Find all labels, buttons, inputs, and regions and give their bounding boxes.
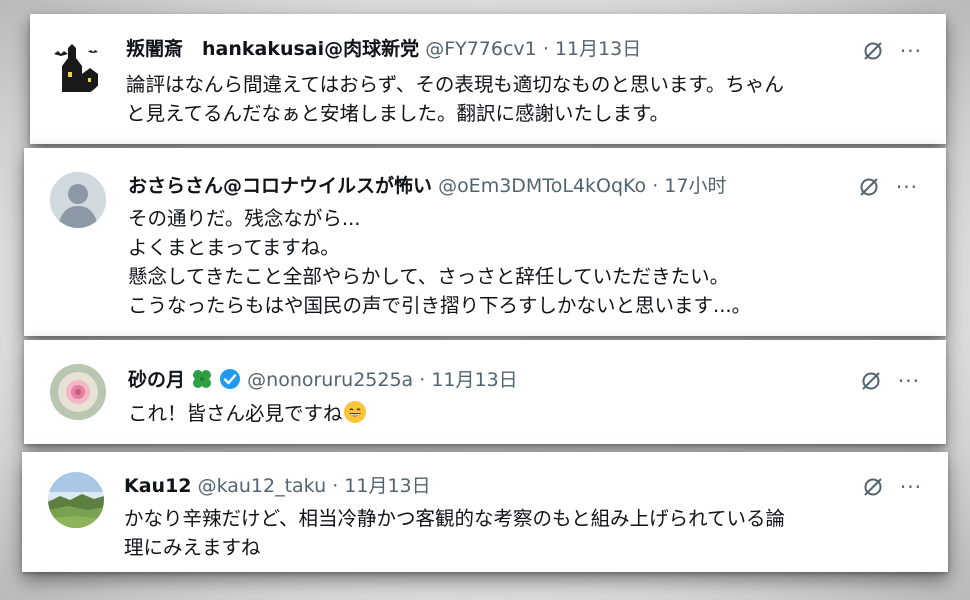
- no-share-icon[interactable]: [858, 176, 880, 198]
- grinning-emoji-icon: [343, 401, 366, 423]
- user-handle[interactable]: @oEm3DMToL4kOqKo: [438, 175, 646, 197]
- timestamp[interactable]: 11月13日: [555, 38, 641, 60]
- display-name[interactable]: 砂の月: [128, 369, 185, 391]
- haunted-house-avatar-icon: [48, 40, 104, 96]
- timestamp[interactable]: 11月13日: [431, 369, 517, 391]
- no-share-icon[interactable]: [862, 40, 884, 62]
- display-name[interactable]: 叛闇斎 hankakusai@肉球新党: [126, 38, 419, 60]
- tweet-card: 叛闇斎 hankakusai@肉球新党 @FY776cv1 · 11月13日 ·…: [30, 14, 946, 144]
- separator: ·: [646, 175, 665, 197]
- tweet-header: 叛闇斎 hankakusai@肉球新党 @FY776cv1 · 11月13日: [126, 36, 641, 62]
- no-share-icon[interactable]: [860, 370, 882, 392]
- user-handle[interactable]: @FY776cv1: [425, 38, 537, 60]
- avatar[interactable]: [48, 472, 104, 528]
- tweet-text-content: これ！皆さん必見ですね: [128, 402, 343, 425]
- tweet-text-line: と見えてるんだなぁと安堵しました。翻訳に感謝いたします。: [126, 102, 670, 125]
- tweet-actions: ···: [860, 370, 920, 392]
- more-icon[interactable]: ···: [896, 177, 918, 197]
- avatar[interactable]: [48, 40, 104, 96]
- avatar[interactable]: [50, 364, 106, 420]
- default-profile-icon: [50, 172, 106, 228]
- tweet-header: おさらさん@コロナウイルスが怖い @oEm3DMToL4kOqKo · 17小时: [128, 173, 726, 199]
- separator: ·: [326, 475, 345, 497]
- separator: ·: [536, 38, 555, 60]
- tweet-text-line: 理にみえますね: [124, 536, 261, 559]
- more-icon[interactable]: ···: [900, 477, 922, 497]
- tweet-header: 砂の月 @nonoruru2525a · 11月13日: [128, 367, 518, 393]
- no-share-icon[interactable]: [862, 476, 884, 498]
- display-name[interactable]: Kau12: [124, 475, 192, 497]
- landscape-avatar-icon: [48, 472, 104, 528]
- tweet-card: おさらさん@コロナウイルスが怖い @oEm3DMToL4kOqKo · 17小时…: [24, 148, 946, 336]
- tweet-text: 論評はなんら間違えてはおらず、その表現も適切なものと思います。ちゃん と見えてる…: [126, 70, 784, 128]
- tweet-actions: ···: [858, 176, 918, 198]
- display-name[interactable]: おさらさん@コロナウイルスが怖い: [128, 175, 432, 197]
- timestamp[interactable]: 11月13日: [344, 475, 430, 497]
- verified-badge-icon[interactable]: [219, 368, 241, 390]
- more-icon[interactable]: ···: [900, 41, 922, 61]
- tweet-actions: ···: [862, 40, 922, 62]
- four-leaf-clover-icon: [193, 370, 212, 388]
- tweet-text-line: その通りだ。残念ながら...: [128, 207, 361, 230]
- more-icon[interactable]: ···: [898, 371, 920, 391]
- tweet-card: 砂の月 @nonoruru2525a · 11月13日 ··· これ！皆さん必見…: [24, 340, 946, 444]
- user-handle[interactable]: @kau12_taku: [198, 475, 327, 497]
- timestamp[interactable]: 17小时: [664, 175, 726, 197]
- tweet-text-line: かなり辛辣だけど、相当冷静かつ客観的な考察のもと組み上げられている論: [124, 507, 786, 530]
- tweet-text-line: 論評はなんら間違えてはおらず、その表現も適切なものと思います。ちゃん: [126, 73, 784, 96]
- tweet-header: Kau12 @kau12_taku · 11月13日: [124, 473, 431, 499]
- tweet-text-line: こうなったらもはや国民の声で引き摺り下ろすしかないと思います...。: [128, 294, 752, 317]
- tweet-card: Kau12 @kau12_taku · 11月13日 ··· かなり辛辣だけど、…: [22, 452, 948, 572]
- tweet-text-line: よくまとまってますね。: [128, 236, 340, 259]
- tweet-actions: ···: [862, 476, 922, 498]
- tweet-text: これ！皆さん必見ですね: [128, 399, 367, 428]
- tweet-text-line: 懸念してきたこと全部やらかして、さっさと辞任していただきたい。: [128, 265, 730, 288]
- tweet-text: かなり辛辣だけど、相当冷静かつ客観的な考察のもと組み上げられている論 理にみえま…: [124, 504, 785, 562]
- avatar[interactable]: [50, 172, 106, 228]
- tweet-text: その通りだ。残念ながら... よくまとまってますね。 懸念してきたこと全部やらか…: [128, 204, 751, 320]
- tweet-text-line: これ！皆さん必見ですね: [128, 399, 367, 428]
- separator: ·: [413, 369, 432, 391]
- flower-avatar-icon: [50, 364, 106, 420]
- user-handle[interactable]: @nonoruru2525a: [247, 369, 413, 391]
